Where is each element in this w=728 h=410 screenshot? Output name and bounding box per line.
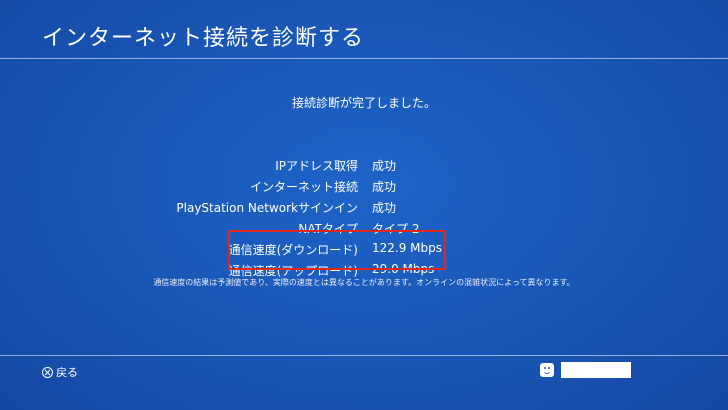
result-label: PlayStation Networkサインイン <box>176 201 358 215</box>
back-button[interactable]: 戻る <box>42 364 78 380</box>
speed-disclaimer: 通信速度の結果は予測値であり、実際の速度とは異なることがあります。オンラインの混… <box>153 278 575 287</box>
user-indicator <box>540 362 631 378</box>
cross-button-icon <box>42 366 53 378</box>
result-row-internet: インターネット接続 成功 <box>0 175 728 196</box>
header-divider <box>0 58 728 59</box>
footer-divider <box>0 355 728 356</box>
result-row-psn: PlayStation Networkサインイン 成功 <box>0 196 728 217</box>
result-row-ip: IPアドレス取得 成功 <box>0 154 728 175</box>
status-message: 接続診断が完了しました。 <box>291 96 436 110</box>
result-value: 成功 <box>372 201 397 215</box>
result-value: 成功 <box>372 180 397 194</box>
user-avatar-icon <box>540 363 554 377</box>
result-value: 成功 <box>372 159 397 173</box>
user-name-redacted <box>561 362 631 378</box>
diagnosis-screen: インターネット接続を診断する 接続診断が完了しました。 IPアドレス取得 成功 … <box>0 0 728 410</box>
speed-highlight-box <box>228 230 446 270</box>
back-label: 戻る <box>56 366 78 379</box>
result-label: IPアドレス取得 <box>275 159 358 173</box>
page-title: インターネット接続を診断する <box>42 26 365 51</box>
result-label: インターネット接続 <box>249 180 358 194</box>
